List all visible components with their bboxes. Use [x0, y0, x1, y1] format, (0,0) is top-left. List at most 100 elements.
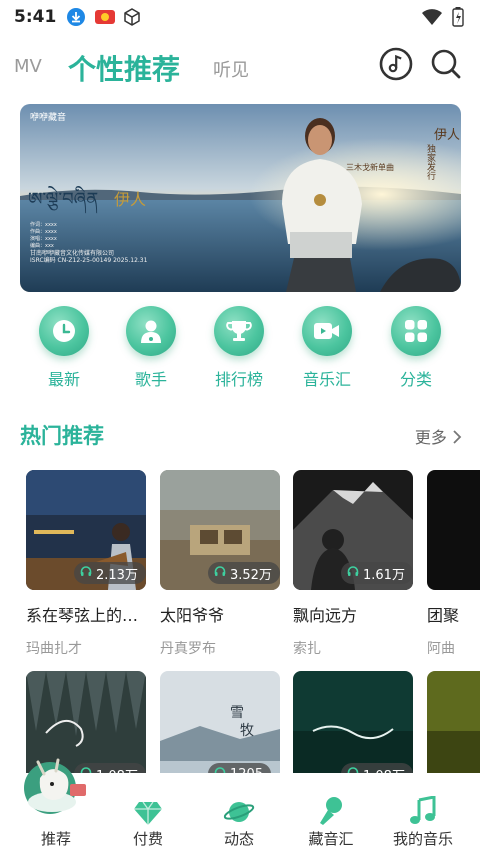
play-count-text: 3.52万 [230, 567, 272, 583]
more-link[interactable]: 更多 [415, 424, 462, 448]
headphones-icon [80, 565, 92, 581]
quick-label: 排行榜 [214, 370, 263, 389]
svg-text:牧: 牧 [240, 723, 254, 739]
play-count-text: 1.08万 [96, 765, 138, 774]
banner-corner-title: 伊人 [434, 128, 461, 143]
credit-line: 编曲：xxx [30, 243, 54, 249]
song-cover [427, 671, 480, 773]
song-title: 飘向远方 [293, 606, 358, 625]
microphone-icon [291, 790, 371, 826]
quick-charts[interactable]: 排行榜 [199, 306, 279, 390]
nav-label: 推荐 [40, 830, 71, 848]
promo-banner[interactable]: 咿咿藏音 ཨ་ལྕེ་བཞིན 伊人 作词：xxxx 作曲：xxxx 演唱：xx… [20, 104, 461, 292]
headphones-icon [214, 766, 226, 773]
svg-text:雪: 雪 [230, 705, 244, 721]
nav-label: 藏音汇 [308, 830, 354, 848]
song-cover [427, 470, 480, 590]
banner-corner-sub: 独家发行 [425, 144, 435, 180]
search-icon[interactable] [429, 47, 463, 81]
song-card[interactable]: 3.52万 太阳爷爷 丹真罗布 [160, 470, 280, 658]
banner-title-cn: 伊人 [114, 190, 147, 209]
song-artist: 阿曲 [427, 641, 455, 657]
song-card[interactable]: 1.61万 飘向远方 索扎 [293, 470, 413, 658]
quick-label: 分类 [399, 370, 432, 389]
song-title: 太阳爷爷 [160, 606, 225, 625]
headphones-icon [347, 565, 359, 581]
quick-links: 最新 歌手 排行榜 音乐汇 分类 [0, 306, 480, 396]
play-count-text: 1.08万 [363, 765, 405, 774]
play-count: 1205 [208, 763, 272, 774]
credit-line: ISRC编码 CN-Z12-25-00149 2025.12.31 [30, 257, 148, 264]
play-count: 1.61万 [341, 562, 413, 584]
song-card[interactable]: 2.13万 系在琴弦上的… 玛曲扎才 [26, 470, 146, 658]
singer-icon [126, 306, 176, 356]
more-label: 更多 [414, 428, 447, 447]
quick-label: 歌手 [134, 370, 167, 389]
cube-icon [122, 7, 142, 27]
music-note-icon [383, 790, 463, 826]
tab-personal-recommend[interactable]: 个性推荐 [68, 48, 180, 88]
clock-icon [39, 306, 89, 356]
headphones-icon [214, 565, 226, 581]
nav-label: 付费 [132, 830, 163, 848]
quick-singer[interactable]: 歌手 [111, 306, 191, 390]
recommend-icon[interactable] [22, 758, 90, 818]
top-nav: MV 个性推荐 听见 [0, 44, 480, 90]
download-icon [66, 7, 86, 27]
quick-music-hub[interactable]: 音乐汇 [287, 306, 367, 390]
wifi-icon [422, 8, 442, 30]
nav-feed[interactable]: 动态 [199, 790, 279, 849]
credit-line: 作词：xxxx [30, 222, 57, 228]
section-title: 热门推荐 [20, 424, 104, 448]
nav-my-music[interactable]: 我的音乐 [383, 790, 463, 849]
battery-icon [452, 7, 464, 31]
song-cover: 3.52万 [160, 470, 280, 590]
banner-tagline: 三木戈新单曲 [346, 163, 394, 172]
status-bar: 5:41 [0, 0, 480, 34]
credit-line: 甘南咿咿藏音文化传媒有限公司 [30, 250, 115, 257]
grid-icon [391, 306, 441, 356]
nav-label: 动态 [223, 830, 254, 848]
song-artist: 玛曲扎才 [26, 641, 82, 657]
credit-line: 作曲：xxxx [30, 229, 57, 235]
banner-credits: 作词：xxxx 作曲：xxxx 演唱：xxxx 编曲：xxx 甘南咿咿藏音文化传… [30, 222, 147, 264]
quick-label: 音乐汇 [302, 370, 351, 389]
quick-latest[interactable]: 最新 [24, 306, 104, 390]
song-card[interactable]: 1.08万 [293, 671, 413, 773]
app-badge-icon [94, 7, 116, 27]
song-cover: 1.08万 [293, 671, 413, 773]
song-card[interactable]: 雪 牧 1205 [160, 671, 280, 773]
tab-mv[interactable]: MV [14, 56, 42, 77]
song-cover: 2.13万 [26, 470, 146, 590]
song-title: 系在琴弦上的… [26, 606, 139, 625]
play-count: 1.08万 [341, 763, 413, 773]
headphones-icon [347, 766, 359, 773]
song-card[interactable]: 团聚 阿曲 [427, 470, 480, 658]
planet-icon [199, 790, 279, 826]
quick-category[interactable]: 分类 [376, 306, 456, 390]
play-count-text: 1205 [230, 767, 263, 774]
video-icon [302, 306, 352, 356]
song-artist: 丹真罗布 [160, 641, 216, 657]
diamond-icon [108, 790, 188, 826]
music-disc-icon[interactable] [379, 47, 413, 81]
credit-line: 演唱：xxxx [30, 236, 57, 242]
nav-tibetan-music[interactable]: 藏音汇 [291, 790, 371, 849]
play-count-text: 1.61万 [363, 567, 405, 583]
song-artist: 索扎 [293, 641, 321, 657]
trophy-icon [214, 306, 264, 356]
song-cover: 雪 牧 1205 [160, 671, 280, 773]
status-time: 5:41 [14, 7, 57, 27]
tab-listen[interactable]: 听见 [213, 56, 249, 82]
song-cover: 1.61万 [293, 470, 413, 590]
chevron-right-icon [452, 428, 462, 447]
play-count-text: 2.13万 [96, 567, 138, 583]
play-count: 2.13万 [74, 562, 146, 584]
play-count: 3.52万 [208, 562, 280, 584]
nav-label: 我的音乐 [392, 830, 453, 848]
banner-logo: 咿咿藏音 [30, 113, 67, 123]
quick-label: 最新 [47, 370, 80, 389]
nav-paid[interactable]: 付费 [108, 790, 188, 849]
song-card[interactable] [427, 671, 480, 773]
song-title: 团聚 [427, 606, 460, 625]
